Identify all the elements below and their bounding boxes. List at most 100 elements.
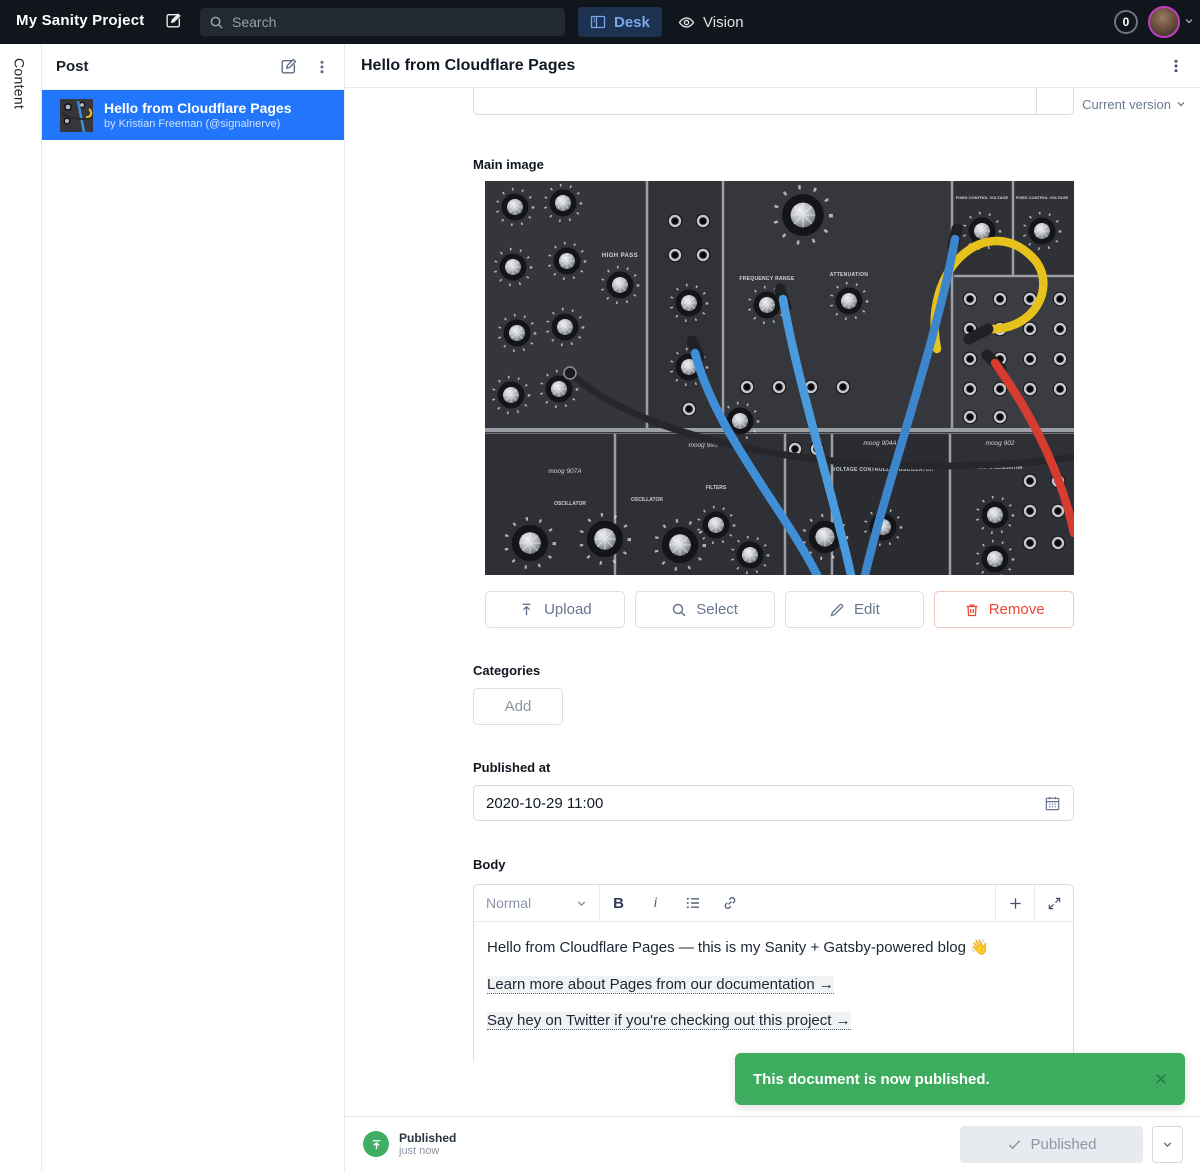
bold-button[interactable]: B <box>600 885 637 921</box>
published-button-label: Published <box>1031 1136 1097 1153</box>
close-icon[interactable]: × <box>1155 1069 1167 1090</box>
tab-desk-label: Desk <box>614 14 650 31</box>
trash-icon <box>964 602 980 618</box>
project-title: My Sanity Project <box>16 12 144 29</box>
select-label: Select <box>696 601 738 618</box>
remove-label: Remove <box>989 601 1045 618</box>
field-action-segment[interactable] <box>1036 88 1073 114</box>
sanity-studio: My Sanity Project Desk Vision 0 <box>0 0 1200 1171</box>
chevron-down-icon <box>576 898 587 909</box>
photo-label: ATTENUATION <box>830 272 868 278</box>
insert-block-button[interactable] <box>996 885 1034 921</box>
notification-badge[interactable]: 0 <box>1114 10 1138 34</box>
text-style-value: Normal <box>486 895 531 911</box>
photo-label: FREQUENCY RANGE <box>739 276 795 282</box>
tab-vision-label: Vision <box>703 14 744 31</box>
desk-panes-icon <box>590 14 606 30</box>
body-editor: Normal B i <box>473 884 1074 1061</box>
upload-icon <box>518 601 535 618</box>
italic-button[interactable]: i <box>637 885 674 921</box>
image-actions: Upload Select Edit Remove <box>485 591 1074 628</box>
add-label: Add <box>505 698 532 715</box>
tab-desk[interactable]: Desk <box>578 7 662 37</box>
field-label-main-image: Main image <box>473 157 1074 172</box>
editor-header: Hello from Cloudflare Pages <box>345 44 1200 88</box>
publish-status-text: Published just now <box>399 1131 456 1157</box>
field-label-published-at: Published at <box>473 760 1074 775</box>
pencil-icon <box>829 602 845 618</box>
search-icon <box>671 602 687 618</box>
chevron-down-icon <box>1184 16 1194 26</box>
cropped-top-field <box>473 88 1074 117</box>
photo-label: OSCILLATOR <box>554 501 586 507</box>
select-button[interactable]: Select <box>635 591 775 628</box>
document-title: Hello from Cloudflare Pages <box>361 57 1168 75</box>
document-list-pane: Post Hello from Cloudflare Pages by Kris… <box>42 44 345 1171</box>
publish-menu-button[interactable] <box>1152 1126 1183 1163</box>
body-link[interactable]: Learn more about Pages from our document… <box>487 976 834 994</box>
body-text-area[interactable]: Hello from Cloudflare Pages — this is my… <box>474 922 1073 1061</box>
toast-message: This document is now published. <box>753 1071 990 1088</box>
upload-label: Upload <box>544 601 592 618</box>
add-category-button[interactable]: Add <box>473 688 563 725</box>
body-paragraph: Learn more about Pages from our document… <box>487 974 1060 997</box>
published-button[interactable]: Published <box>960 1126 1143 1163</box>
remove-button[interactable]: Remove <box>934 591 1074 628</box>
status-label: Published <box>399 1131 456 1145</box>
user-avatar[interactable] <box>1148 6 1180 38</box>
photo-label: FIXED CONTROL VOLTAGE <box>1016 195 1069 200</box>
document-editor-pane: Hello from Cloudflare Pages Current vers… <box>345 44 1200 1116</box>
body-link[interactable]: Say hey on Twitter if you're checking ou… <box>487 1012 851 1030</box>
published-at-field[interactable] <box>473 785 1074 821</box>
list-pane-title: Post <box>56 58 263 75</box>
list-item-selected[interactable]: Hello from Cloudflare Pages by Kristian … <box>42 90 344 140</box>
tab-vision[interactable]: Vision <box>666 7 756 37</box>
published-at-input[interactable] <box>486 795 1044 812</box>
chevron-down-icon <box>1162 1139 1173 1150</box>
photo-label: HIGH PASS <box>602 253 638 259</box>
form-column: Main image <box>473 88 1074 1061</box>
photo-label: FIXED CONTROL VOLTAGE <box>956 195 1009 200</box>
expand-icon <box>1047 896 1062 911</box>
list-pane-header: Post <box>42 44 344 90</box>
eye-icon <box>678 14 695 31</box>
link-button[interactable] <box>711 885 748 921</box>
publish-status-icon <box>363 1131 389 1157</box>
compose-icon[interactable] <box>279 57 298 76</box>
fullscreen-button[interactable] <box>1035 885 1073 921</box>
search-input[interactable] <box>232 14 556 30</box>
status-time: just now <box>399 1145 456 1157</box>
kebab-menu-icon[interactable] <box>314 59 330 75</box>
sidebar-content-strip[interactable]: Content <box>0 44 42 1171</box>
photo-label: moog 902 <box>986 440 1015 447</box>
body-paragraph: Say hey on Twitter if you're checking ou… <box>487 1010 1060 1033</box>
editor-scroll-area[interactable]: Main image <box>345 88 1200 1061</box>
list-item-subtitle: by Kristian Freeman (@signalnerve) <box>104 117 291 131</box>
main-image-photo[interactable]: HIGH PASS FREQUENCY RANGE ATTENUATION <box>485 181 1074 575</box>
kebab-menu-icon[interactable] <box>1168 58 1184 74</box>
top-navbar: My Sanity Project Desk Vision 0 <box>0 0 1200 44</box>
list-item-thumbnail <box>60 99 93 132</box>
bullet-list-button[interactable] <box>674 885 711 921</box>
compose-icon[interactable] <box>164 11 183 30</box>
calendar-icon[interactable] <box>1044 795 1061 812</box>
text-field-partial[interactable] <box>473 88 1074 115</box>
plus-icon <box>1008 896 1023 911</box>
edit-button[interactable]: Edit <box>785 591 925 628</box>
check-icon <box>1007 1137 1022 1152</box>
body-toolbar: Normal B i <box>474 885 1073 922</box>
bullet-list-icon <box>685 895 701 911</box>
search-icon <box>209 15 224 30</box>
link-icon <box>722 895 738 911</box>
photo-label: FILTERS <box>706 485 727 491</box>
list-item-text: Hello from Cloudflare Pages by Kristian … <box>104 99 291 131</box>
field-label-categories: Categories <box>473 663 1074 678</box>
text-style-select[interactable]: Normal <box>474 885 600 921</box>
toast-notification: This document is now published. × <box>735 1053 1185 1105</box>
search-bar[interactable] <box>200 8 565 36</box>
document-status-bar: Published just now Published <box>345 1116 1200 1171</box>
content-tab-label: Content <box>12 58 30 109</box>
body-paragraph[interactable]: Hello from Cloudflare Pages — this is my… <box>487 937 1060 960</box>
upload-button[interactable]: Upload <box>485 591 625 628</box>
photo-label: OSCILLATOR <box>631 497 663 503</box>
